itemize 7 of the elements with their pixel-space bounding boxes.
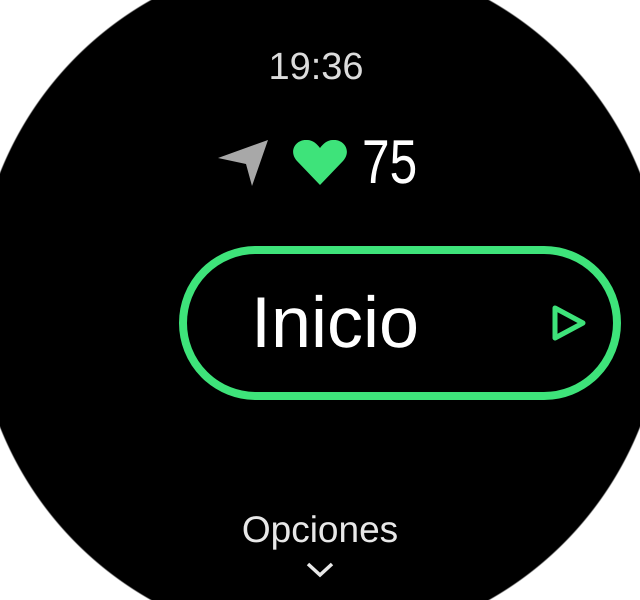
options-label[interactable]: Opciones (242, 508, 398, 552)
navigation-arrow-icon (216, 138, 270, 188)
chevron-down-icon[interactable] (306, 562, 334, 578)
play-icon (551, 304, 587, 342)
heart-icon (292, 139, 348, 187)
start-button[interactable]: Inicio (179, 246, 621, 400)
clock-time: 19:36 (268, 45, 364, 90)
